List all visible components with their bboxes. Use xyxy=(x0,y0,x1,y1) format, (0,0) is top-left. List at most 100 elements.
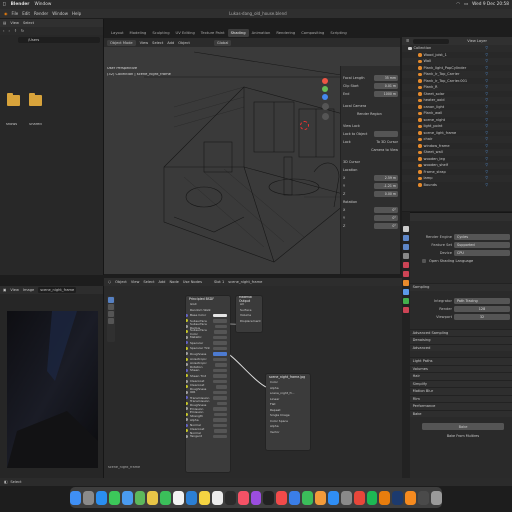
node-socket-row[interactable]: Displacement xyxy=(236,318,262,324)
annotate-icon[interactable] xyxy=(108,318,114,324)
socket-value-field[interactable] xyxy=(213,374,227,378)
podcasts-icon[interactable] xyxy=(250,490,262,505)
osl-checkbox[interactable] xyxy=(422,259,426,263)
clip-start-field[interactable]: 0.01 m xyxy=(374,83,398,89)
input-socket-icon[interactable] xyxy=(186,335,188,339)
vp-object-menu[interactable]: Object xyxy=(178,41,190,45)
world-tab-icon[interactable] xyxy=(403,271,409,277)
socket-value-field[interactable] xyxy=(216,401,227,405)
socket-value-field[interactable] xyxy=(215,363,227,367)
modifier-tab-icon[interactable] xyxy=(403,289,409,295)
outliner-search-field[interactable] xyxy=(413,38,450,44)
battery-icon[interactable]: ▭ xyxy=(464,2,468,7)
hair-section[interactable]: Hair xyxy=(402,372,512,380)
tab-uv-editing[interactable]: UV Editing xyxy=(173,29,198,37)
tab-layout[interactable]: Layout xyxy=(108,29,127,37)
chrome-icon[interactable] xyxy=(353,490,365,505)
socket-value-field[interactable] xyxy=(214,324,227,328)
photos-icon[interactable] xyxy=(147,490,159,505)
vp-select-menu[interactable]: Select xyxy=(152,41,163,45)
view-layer-dropdown[interactable]: View Layer xyxy=(467,39,487,43)
socket-value-field[interactable] xyxy=(213,434,227,438)
transform-orientation[interactable]: Global xyxy=(213,39,232,46)
spotify-icon[interactable] xyxy=(366,490,378,505)
fb-select-menu[interactable]: Select xyxy=(23,21,34,25)
input-socket-icon[interactable] xyxy=(186,357,188,361)
path-field[interactable]: /Users xyxy=(18,37,100,43)
scene-tab-icon[interactable] xyxy=(403,262,409,268)
node-editor-type-icon[interactable]: ⬡ xyxy=(108,280,111,284)
bake-button[interactable]: Bake xyxy=(422,423,504,430)
ie-image-menu[interactable]: Image xyxy=(23,288,34,292)
preferences-icon[interactable] xyxy=(340,490,352,505)
render-engine-dropdown[interactable]: Cycles xyxy=(454,234,510,240)
input-socket-icon[interactable] xyxy=(186,423,188,427)
rot-x-field[interactable]: 0° xyxy=(374,207,398,213)
tab-scripting[interactable]: Scripting xyxy=(327,29,349,37)
socket-value-field[interactable] xyxy=(213,330,227,334)
zoom-icon[interactable] xyxy=(321,103,329,110)
box-select-icon[interactable] xyxy=(108,304,114,310)
menu-edit[interactable]: Edit xyxy=(22,11,30,16)
render-image[interactable] xyxy=(7,311,98,468)
files-icon[interactable] xyxy=(418,490,430,505)
bake-multires-checkbox[interactable]: Bake From Multires xyxy=(422,433,504,439)
keynote-icon[interactable] xyxy=(289,490,301,505)
ne-node-menu[interactable]: Node xyxy=(169,280,178,284)
material-dropdown[interactable]: scene_night_frame xyxy=(228,280,262,284)
mail-icon[interactable] xyxy=(121,490,133,505)
render-samples-field[interactable]: 128 xyxy=(454,305,510,312)
input-socket-icon[interactable] xyxy=(186,330,188,333)
facetime-icon[interactable] xyxy=(160,490,172,505)
input-socket-icon[interactable] xyxy=(186,313,188,317)
socket-value-field[interactable] xyxy=(213,319,227,323)
pages-icon[interactable] xyxy=(315,490,326,505)
bake-section[interactable]: Bake xyxy=(402,409,512,417)
socket-value-field[interactable] xyxy=(214,412,227,416)
socket-value-field[interactable] xyxy=(213,423,227,427)
blender-logo-icon[interactable]: ◉ xyxy=(4,11,8,16)
socket-value-field[interactable] xyxy=(214,429,227,433)
socket-value-field[interactable] xyxy=(213,352,227,356)
vscode-icon[interactable] xyxy=(186,490,197,505)
notes-icon[interactable] xyxy=(198,490,210,505)
y-axis-icon[interactable] xyxy=(322,86,328,92)
cursor-y-field[interactable]: -1.21 m xyxy=(374,183,398,189)
input-socket-icon[interactable] xyxy=(186,319,188,322)
principled-bsdf-node[interactable]: Principled BSDF GGX Random Walk Base Color… xyxy=(186,296,230,472)
tab-compositing[interactable]: Compositing xyxy=(298,29,327,37)
appstore-icon[interactable] xyxy=(327,490,339,505)
input-socket-icon[interactable] xyxy=(186,374,188,377)
film-section[interactable]: Film xyxy=(402,394,512,402)
ie-view-menu[interactable]: View xyxy=(10,288,19,292)
rot-z-field[interactable]: 0° xyxy=(374,223,398,229)
vp-add-menu[interactable]: Add xyxy=(167,41,174,45)
input-socket-icon[interactable] xyxy=(186,429,188,432)
data-tab-icon[interactable] xyxy=(403,298,409,304)
vlc-icon[interactable] xyxy=(405,490,417,505)
socket-value-field[interactable] xyxy=(213,418,227,422)
pan-icon[interactable] xyxy=(321,113,329,120)
fb-view-menu[interactable]: View xyxy=(10,21,19,25)
back-icon[interactable]: ‹ xyxy=(3,29,4,33)
view-lock-section[interactable]: View Lock xyxy=(343,124,360,128)
motion-blur-section[interactable]: Motion Blur xyxy=(402,387,512,395)
editor-type-icon[interactable]: ▤ xyxy=(3,21,6,25)
tab-texture-paint[interactable]: Texture Paint xyxy=(198,29,228,37)
menu-window[interactable]: Window xyxy=(52,11,68,16)
socket-value-field[interactable] xyxy=(213,335,227,339)
advanced-section[interactable]: Advanced xyxy=(402,343,512,351)
safari-icon[interactable] xyxy=(95,490,107,505)
performance-section[interactable]: Performance xyxy=(402,402,512,410)
material-output-node[interactable]: Material Output All Surface Volume Displace… xyxy=(236,296,262,332)
sampling-section[interactable]: Sampling xyxy=(402,283,512,291)
3d-cursor-section[interactable]: 3D Cursor xyxy=(343,160,360,164)
slot-dropdown[interactable]: Slot 1 xyxy=(214,280,224,284)
input-socket-icon[interactable] xyxy=(186,390,188,394)
image-texture-node[interactable]: scene_night_frame.jpg Color Alpha scene_ni… xyxy=(266,374,310,450)
device-dropdown[interactable]: CPU xyxy=(454,250,510,256)
socket-value-field[interactable] xyxy=(213,390,227,394)
tab-shading[interactable]: Shading xyxy=(227,29,249,37)
input-socket-icon[interactable] xyxy=(186,379,188,383)
object-tab-icon[interactable] xyxy=(403,280,409,286)
